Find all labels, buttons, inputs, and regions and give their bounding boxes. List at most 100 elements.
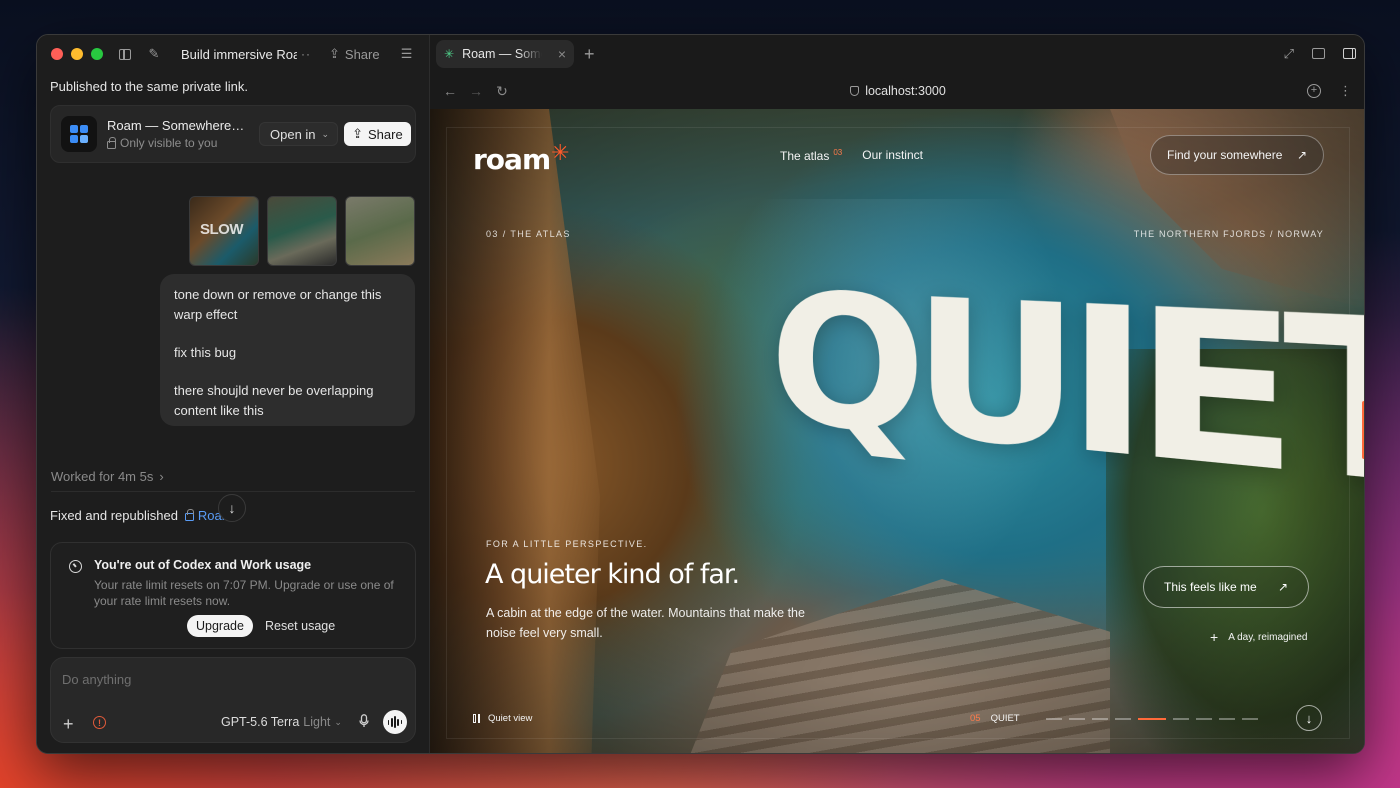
slide-indicator[interactable]: [1242, 718, 1258, 720]
more-icon[interactable]: ··: [301, 47, 311, 61]
add-attachment-button[interactable]: +: [63, 715, 74, 733]
slide-progress: 05 QUIET: [970, 713, 1258, 724]
arrow-up-right-icon: ↗: [1297, 148, 1307, 162]
tab-bar: ✳ Roam — Somewhere × + ⤢: [430, 35, 1365, 73]
lock-icon: [107, 141, 116, 149]
warning-icon[interactable]: !: [93, 716, 106, 729]
open-in-label: Open in: [270, 127, 316, 142]
card-share-label: Share: [368, 127, 403, 142]
model-selector[interactable]: GPT-5.6 Terra Light ⌄: [221, 715, 342, 729]
close-tab-icon[interactable]: ×: [558, 46, 566, 62]
site-logo[interactable]: roam ✳: [473, 143, 569, 176]
reset-usage-button[interactable]: Reset usage: [256, 615, 344, 637]
thumbnail-label: SLOW: [200, 221, 243, 238]
side-panel-icon[interactable]: [1343, 48, 1356, 59]
published-link-card[interactable]: Roam — Somewhere t... Only visible to yo…: [50, 105, 416, 163]
add-circle-icon[interactable]: +: [1307, 84, 1321, 98]
fixed-label: Fixed and republished: [50, 508, 178, 523]
usage-title: You're out of Codex and Work usage: [94, 558, 311, 572]
slide-indicator[interactable]: [1138, 718, 1166, 720]
slide-indicator[interactable]: [1069, 718, 1085, 720]
worked-for-toggle[interactable]: Worked for 4m 5s ›: [51, 469, 164, 484]
attachment-thumbnail[interactable]: [267, 196, 337, 266]
shield-icon: [850, 86, 859, 96]
task-list-icon[interactable]: ☰: [398, 45, 416, 63]
prompt-input[interactable]: Do anything: [62, 672, 131, 687]
layout-icon[interactable]: [1312, 48, 1325, 59]
nav-link-instinct[interactable]: Our instinct: [862, 148, 923, 163]
chat-title[interactable]: Build immersive Roa: [181, 47, 297, 62]
link-card-text: Roam — Somewhere t... Only visible to yo…: [107, 118, 247, 150]
visibility-label: Only visible to you: [120, 136, 217, 150]
lock-icon: [185, 513, 194, 521]
browser-navbar: ← → ↻ localhost:3000 + ⋮: [430, 73, 1365, 109]
more-vertical-icon[interactable]: ⋮: [1339, 83, 1352, 99]
chat-panel: ✎ Build immersive Roa ·· ⇪ Share ☰ Publi…: [37, 35, 430, 754]
location-eyebrow: THE NORTHERN FJORDS / NORWAY: [1134, 229, 1324, 239]
message-paragraph: tone down or remove or change this warp …: [174, 285, 401, 325]
hero-subcopy: A cabin at the edge of the water. Mounta…: [486, 603, 836, 643]
chevron-down-icon: ⌄: [322, 129, 330, 140]
minimize-window-button[interactable]: [71, 48, 83, 60]
window-controls: ⤢: [1284, 46, 1356, 62]
model-name: GPT-5.6 Terra: [221, 715, 299, 729]
roam-app-icon: [61, 116, 97, 152]
user-message-bubble: tone down or remove or change this warp …: [160, 274, 415, 426]
chat-titlebar: ✎ Build immersive Roa ·· ⇪ Share ☰: [37, 35, 430, 73]
composer: Do anything + ! GPT-5.6 Terra Light ⌄: [50, 657, 416, 743]
find-your-somewhere-button[interactable]: Find your somewhere ↗: [1150, 135, 1324, 175]
open-in-button[interactable]: Open in ⌄: [259, 122, 338, 146]
slide-indicator[interactable]: [1173, 718, 1189, 720]
worked-for-label: Worked for 4m 5s: [51, 469, 153, 484]
chevron-right-icon: ›: [159, 469, 163, 484]
slide-label: QUIET: [991, 713, 1020, 724]
slide-indicator[interactable]: [1219, 718, 1235, 720]
share-button[interactable]: ⇪ Share: [329, 46, 380, 62]
slide-indicator[interactable]: [1115, 718, 1131, 720]
published-message: Published to the same private link.: [50, 79, 248, 94]
voice-mode-button[interactable]: [383, 710, 407, 734]
slide-indicator[interactable]: [1046, 718, 1062, 720]
link-card-title: Roam — Somewhere t...: [107, 118, 247, 133]
feels-label: This feels like me: [1164, 580, 1257, 594]
expand-icon[interactable]: ⤢: [1284, 46, 1294, 62]
new-tab-button[interactable]: +: [584, 44, 595, 65]
attachment-thumbnail[interactable]: SLOW: [189, 196, 259, 266]
browser-tab[interactable]: ✳ Roam — Somewhere ×: [436, 40, 574, 68]
scroll-to-bottom-button[interactable]: ↓: [218, 494, 246, 522]
asterisk-icon: ✳: [551, 141, 568, 166]
maximize-window-button[interactable]: [91, 48, 103, 60]
section-eyebrow: 03 / THE ATLAS: [486, 229, 571, 239]
model-mode: Light: [303, 715, 330, 729]
scroll-marker: [1362, 401, 1365, 459]
site-viewport: roam ✳ The atlas 03 Our instinct Find you…: [430, 109, 1365, 754]
share-label: Share: [345, 47, 380, 62]
share-icon: ⇪: [352, 126, 363, 142]
divider: [51, 491, 415, 492]
slide-indicators: [1046, 718, 1258, 720]
message-paragraph: fix this bug: [174, 343, 401, 363]
close-window-button[interactable]: [51, 48, 63, 60]
nav-link-atlas[interactable]: The atlas 03: [780, 148, 842, 163]
address-bar[interactable]: localhost:3000: [430, 84, 1365, 98]
logo-text: roam: [473, 143, 550, 176]
url-text: localhost:3000: [865, 84, 946, 98]
attachment-thumbnail[interactable]: [345, 196, 415, 266]
microphone-icon[interactable]: [359, 714, 369, 728]
hero-headline: A quieter kind of far.: [485, 559, 739, 590]
upgrade-button[interactable]: Upgrade: [187, 615, 253, 637]
quiet-view-toggle[interactable]: Quiet view: [473, 713, 532, 724]
chevron-down-icon: ⌄: [334, 717, 342, 728]
slide-indicator[interactable]: [1196, 718, 1212, 720]
card-share-button[interactable]: ⇪ Share: [344, 122, 411, 146]
sidebar-toggle-icon[interactable]: [119, 49, 131, 60]
arrow-up-right-icon: ↗: [1278, 580, 1288, 594]
usage-limit-card: You're out of Codex and Work usage Your …: [50, 542, 416, 649]
perspective-eyebrow: FOR A LITTLE PERSPECTIVE.: [486, 539, 648, 549]
slide-indicator[interactable]: [1092, 718, 1108, 720]
this-feels-like-me-button[interactable]: This feels like me ↗: [1143, 566, 1309, 608]
day-reimagined-link[interactable]: + A day, reimagined: [1210, 629, 1308, 645]
new-chat-icon[interactable]: ✎: [145, 45, 163, 63]
favicon-icon: ✳: [444, 47, 454, 61]
scroll-down-button[interactable]: ↓: [1296, 705, 1322, 731]
